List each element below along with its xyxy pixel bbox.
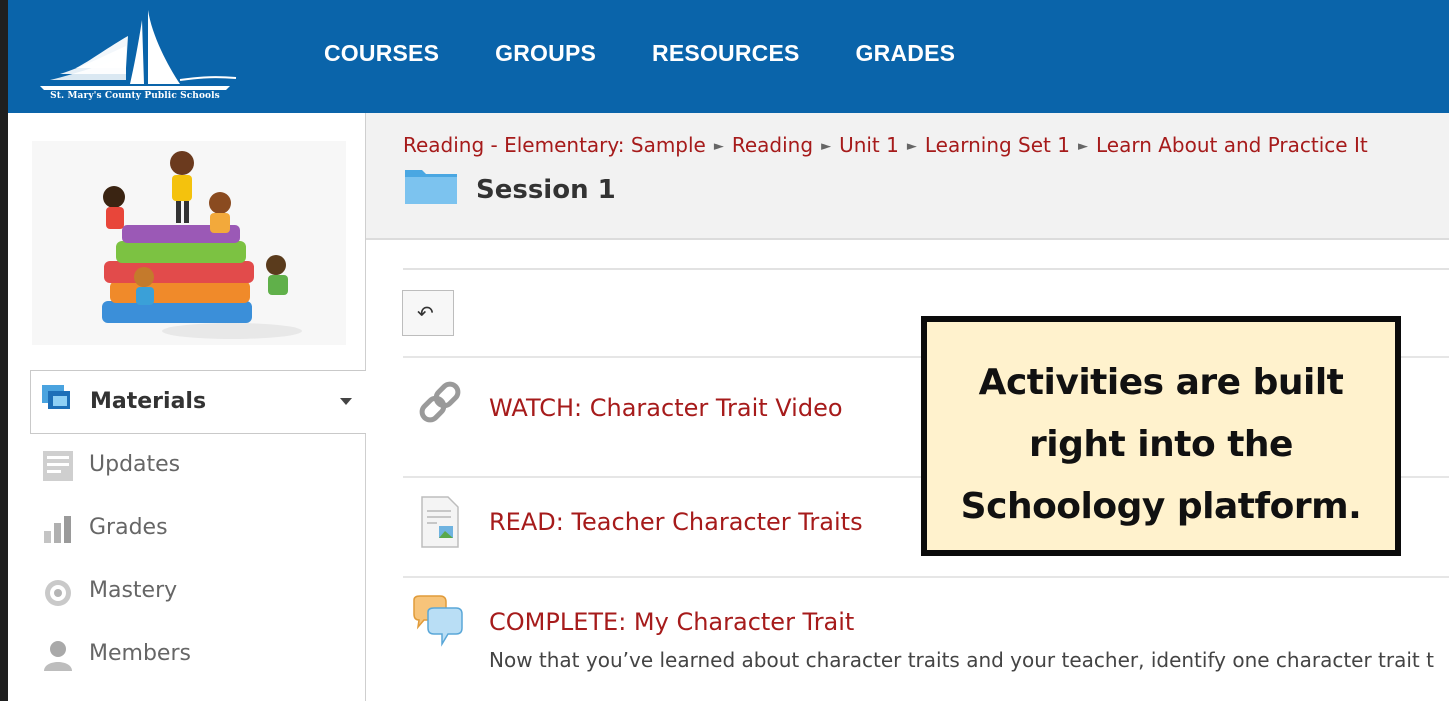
sidebar-label-mastery: Mastery xyxy=(89,578,178,603)
divider xyxy=(403,268,1449,270)
breadcrumb-reading[interactable]: Reading xyxy=(732,133,813,157)
item-title-watch[interactable]: WATCH: Character Trait Video xyxy=(489,394,843,422)
sidebar-label-updates: Updates xyxy=(89,452,181,477)
materials-menu[interactable]: Materials xyxy=(30,370,366,434)
nav-groups[interactable]: GROUPS xyxy=(495,40,596,67)
mastery-icon xyxy=(45,580,71,606)
callout-line: Activities are built xyxy=(978,362,1344,403)
callout-box: Activities are built right into the Scho… xyxy=(921,316,1401,556)
breadcrumb-separator-icon: ► xyxy=(821,139,832,154)
members-icon xyxy=(44,641,72,671)
course-profile-image xyxy=(32,141,346,345)
school-logo[interactable]: St. Mary's County Public Schools xyxy=(30,6,240,108)
chevron-down-icon[interactable] xyxy=(340,398,352,405)
breadcrumb: Reading - Elementary: Sample ► Reading ► Uni… xyxy=(403,133,1368,157)
item-title-complete[interactable]: COMPLETE: My Character Trait xyxy=(489,608,854,636)
sailboat-logo-icon xyxy=(40,10,237,90)
breadcrumb-unit[interactable]: Unit 1 xyxy=(839,133,899,157)
breadcrumb-learning-set[interactable]: Learning Set 1 xyxy=(925,133,1070,157)
top-header: St. Mary's County Public Schools COURSES… xyxy=(8,0,1449,113)
breadcrumb-separator-icon: ► xyxy=(713,139,724,154)
nav-resources[interactable]: RESOURCES xyxy=(652,40,800,67)
sidebar-item-updates[interactable]: Updates xyxy=(38,446,358,486)
sidebar-item-grades[interactable]: Grades xyxy=(38,509,358,549)
app-frame: St. Mary's County Public Schools COURSES… xyxy=(8,0,1449,701)
breadcrumb-separator-icon: ► xyxy=(1077,139,1088,154)
back-button[interactable]: ↶ xyxy=(402,290,454,336)
sidebar: Materials Updates Grades Mastery Members xyxy=(8,113,366,701)
grades-icon xyxy=(44,516,71,543)
sidebar-item-mastery[interactable]: Mastery xyxy=(38,572,358,612)
logo-text: St. Mary's County Public Schools xyxy=(50,91,220,101)
main-nav: COURSES GROUPS RESOURCES GRADES xyxy=(324,40,1011,67)
link-icon xyxy=(419,381,461,423)
back-arrow-icon: ↶ xyxy=(417,301,434,325)
callout-line: Schoology platform. xyxy=(960,486,1362,527)
breadcrumb-current[interactable]: Learn About and Practice It xyxy=(1096,133,1368,157)
item-description: Now that you’ve learned about character … xyxy=(489,648,1434,672)
page-icon xyxy=(421,496,459,548)
item-title-read[interactable]: READ: Teacher Character Traits xyxy=(489,508,863,536)
callout-text: Activities are built right into the Scho… xyxy=(927,352,1395,538)
divider xyxy=(403,576,1449,578)
sidebar-label-members: Members xyxy=(89,641,191,666)
breadcrumb-separator-icon: ► xyxy=(906,139,917,154)
materials-label: Materials xyxy=(90,389,207,414)
sidebar-item-members[interactable]: Members xyxy=(38,635,358,675)
nav-grades[interactable]: GRADES xyxy=(856,40,956,67)
updates-icon xyxy=(43,451,73,481)
callout-line: right into the xyxy=(1029,424,1293,465)
discussion-icon xyxy=(413,595,463,647)
page-header: Reading - Elementary: Sample ► Reading ► Uni… xyxy=(366,113,1449,240)
materials-icon xyxy=(42,385,70,409)
breadcrumb-course[interactable]: Reading - Elementary: Sample xyxy=(403,133,706,157)
sidebar-label-grades: Grades xyxy=(89,515,168,540)
page-title: Session 1 xyxy=(476,175,616,205)
nav-courses[interactable]: COURSES xyxy=(324,40,439,67)
folder-icon xyxy=(405,170,457,204)
